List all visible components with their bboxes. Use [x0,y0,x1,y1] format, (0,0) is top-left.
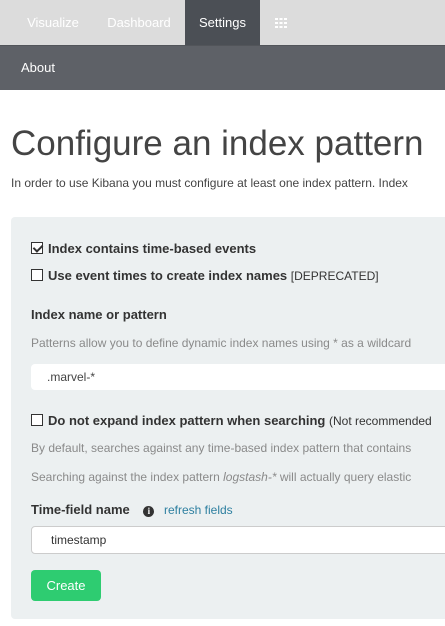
time-field-label: Time-field name [31,502,130,517]
page-intro: In order to use Kibana you must configur… [11,176,408,190]
no-expand-help-2: Searching against the index pattern logs… [31,470,411,484]
time-based-label: Index contains time-based events [48,241,257,256]
sub-nav: About [0,45,445,90]
deprecated-tag: [DEPRECATED] [290,269,379,283]
info-icon[interactable]: i [143,506,155,517]
help-2-suffix: will actually query elastic [276,470,412,484]
create-button[interactable]: Create [31,570,101,601]
tab-visualize[interactable]: Visualize [16,0,90,45]
index-name-label: Index name or pattern [31,307,167,322]
no-expand-checkbox[interactable] [31,414,43,426]
refresh-fields-link[interactable]: refresh fields [164,503,233,517]
index-name-help: Patterns allow you to define dynamic ind… [31,336,412,350]
tab-settings[interactable]: Settings [185,0,260,45]
apps-menu-button[interactable] [263,0,299,45]
tab-dashboard[interactable]: Dashboard [97,0,181,45]
logstash-pattern-example: logstash-* [223,470,277,484]
no-expand-label: Do not expand index pattern when searchi… [48,413,326,428]
index-name-input[interactable] [31,364,445,390]
time-field-select[interactable]: timestamp [31,526,445,554]
help-2-prefix: Searching against the index pattern [31,470,224,484]
no-expand-help-1: By default, searches against any time-ba… [31,441,412,455]
top-nav: Visualize Dashboard Settings [0,0,445,45]
event-times-label: Use event times to create index names [48,268,288,283]
page-title: Configure an index pattern [11,124,424,163]
time-based-row: Index contains time-based events [31,241,256,256]
index-pattern-form: Index contains time-based events Use eve… [11,217,445,619]
no-expand-row: Do not expand index pattern when searchi… [31,413,432,428]
time-field-label-row: Time-field name i refresh fields [31,502,233,517]
subnav-item-about[interactable]: About [21,46,55,90]
event-times-row: Use event times to create index names [D… [31,268,379,283]
grid-icon [275,17,287,28]
event-times-checkbox[interactable] [31,269,43,281]
time-based-checkbox[interactable] [31,242,43,254]
not-recommended-tag: (Not recommended [329,414,432,428]
